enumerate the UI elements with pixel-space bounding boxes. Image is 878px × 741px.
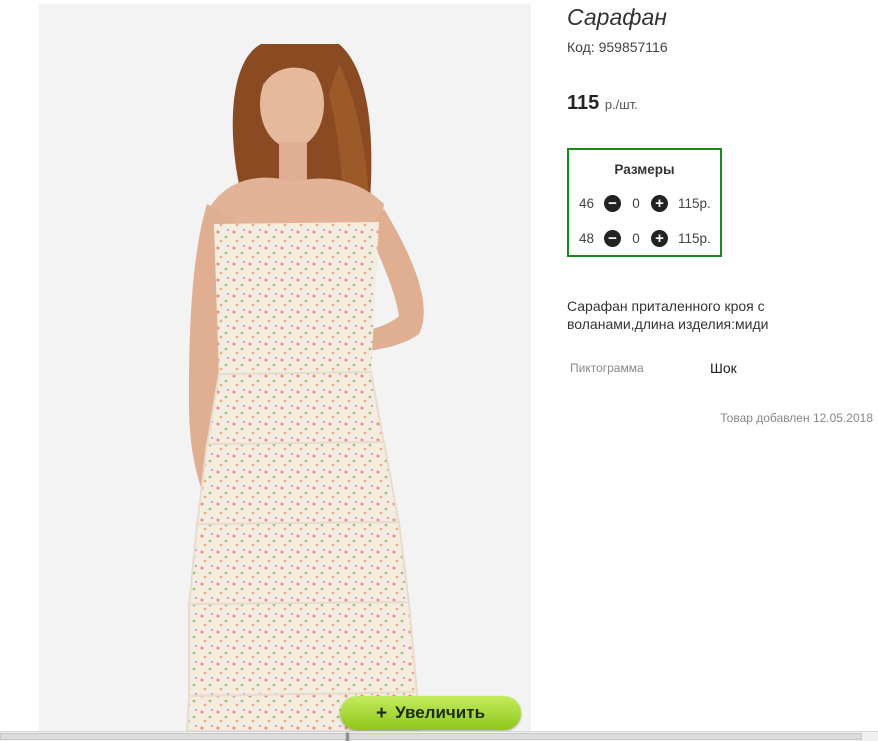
plus-icon: + [375,702,388,724]
size-quantity: 0 [632,196,640,211]
size-label: 48 [579,231,595,246]
zoom-button[interactable]: + Увеличить [340,696,521,730]
size-row: 48 − 0 + 115р. [579,221,720,256]
product-title: Сарафан [567,4,667,30]
dress-model-illustration [185,44,424,731]
price-value: 115 [567,92,600,114]
scrollbar-grip-icon: ||| [345,731,350,741]
product-price: 115 р./шт. [567,92,638,115]
product-photo[interactable]: + Увеличить [39,4,531,731]
attribute-value: Шок [710,360,737,376]
size-price: 115р. [678,196,711,211]
size-row: 46 − 0 + 115р. [579,186,720,221]
plus-icon[interactable]: + [651,230,668,247]
zoom-button-label: Увеличить [395,703,486,722]
plus-icon[interactable]: + [651,195,668,212]
size-quantity: 0 [632,231,640,246]
added-date: Товар добавлен 12.05.2018 [720,411,873,425]
product-description: Сарафан приталенного кроя с воланами,дли… [567,298,769,332]
size-price: 115р. [678,231,711,246]
product-code: Код: 959857116 [567,39,668,55]
attribute-name: Пиктограмма [570,361,644,375]
size-label: 46 [579,196,595,211]
minus-icon[interactable]: − [604,195,621,212]
sizes-box: Размеры 46 − 0 + 115р. 48 − 0 + 115р. [567,148,722,257]
scrollbar-thumb[interactable]: ||| [0,731,862,741]
price-unit: р./шт. [604,97,638,112]
horizontal-scrollbar[interactable]: ||| [0,731,878,741]
minus-icon[interactable]: − [604,230,621,247]
sizes-title: Размеры [614,162,675,177]
